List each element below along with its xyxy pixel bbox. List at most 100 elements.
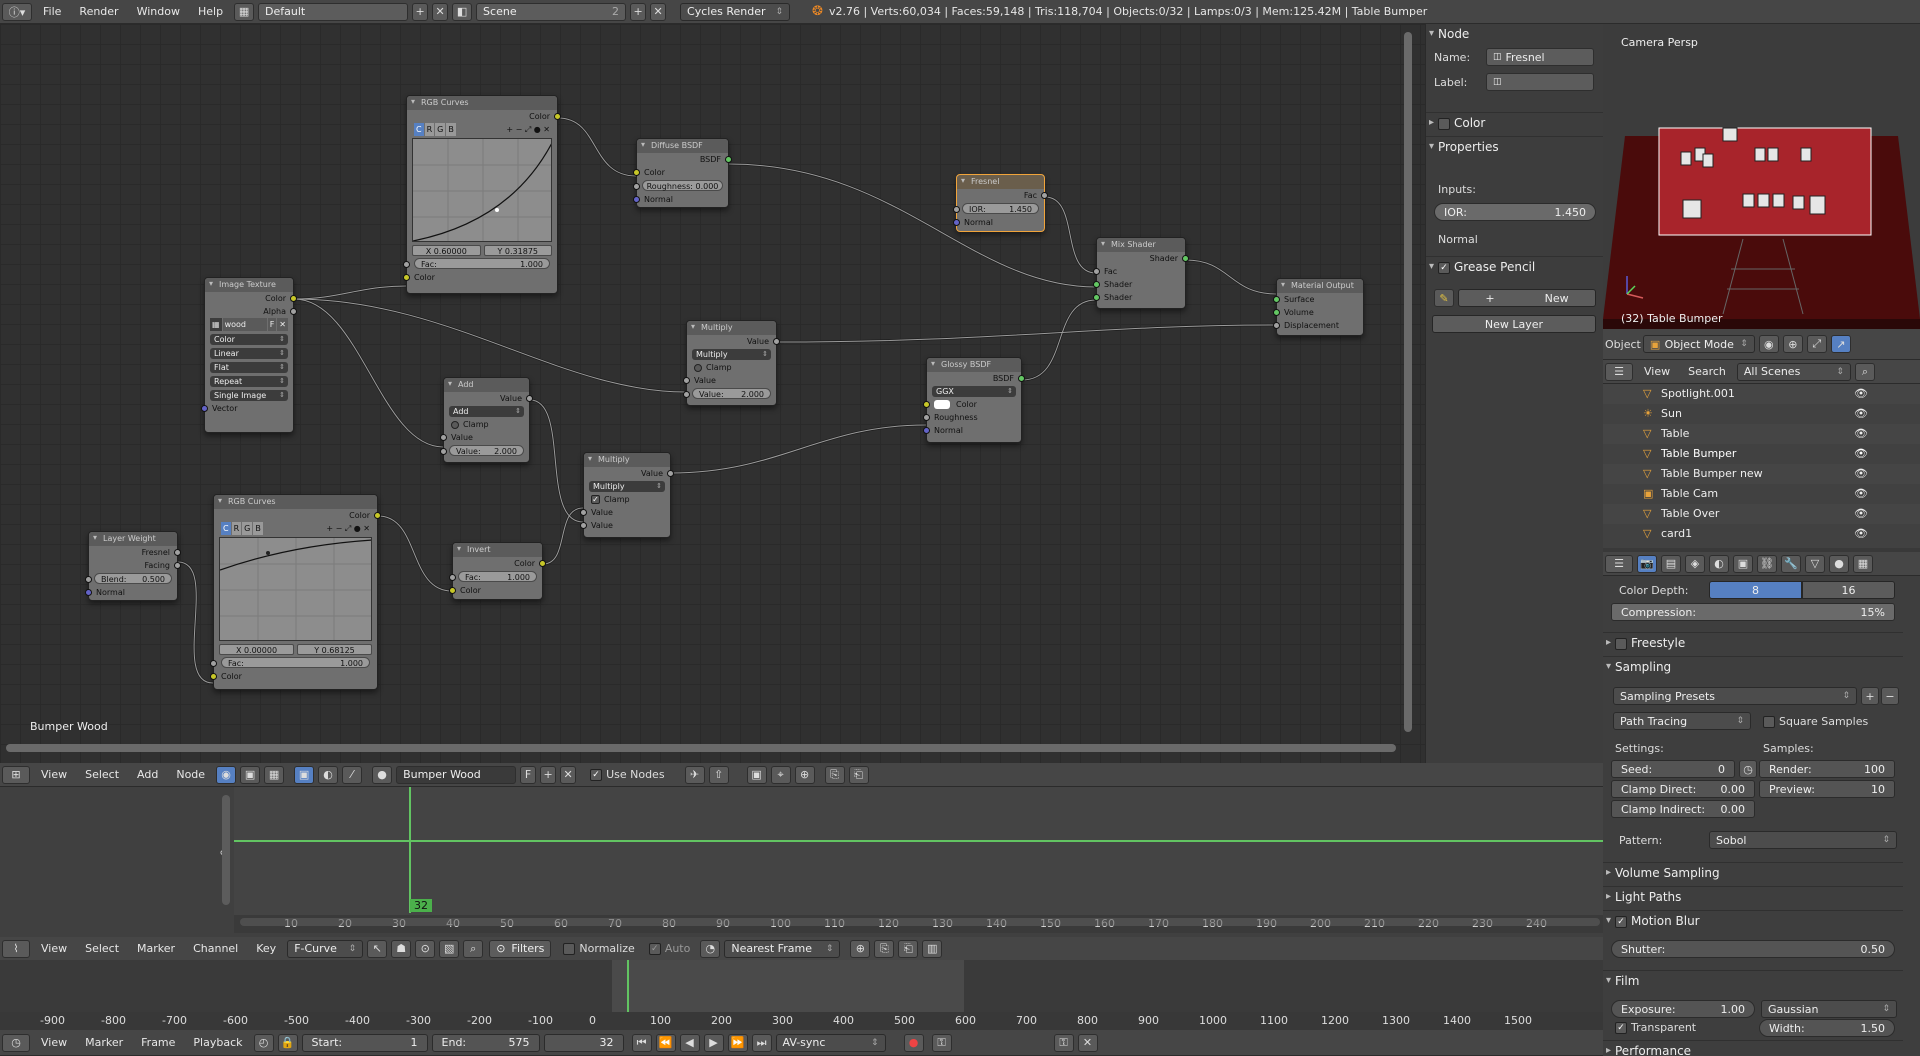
graph-select-menu[interactable]: Select [76, 942, 128, 955]
square-samples-checkbox[interactable] [1763, 716, 1775, 728]
channel-g-button[interactable]: G [242, 522, 253, 535]
math-op-select[interactable]: Multiply [589, 481, 665, 492]
exposure-field[interactable]: Exposure: 1.00 [1611, 1000, 1755, 1018]
section-properties[interactable]: Properties [1426, 136, 1604, 157]
material-tab-icon[interactable]: ● [1829, 554, 1849, 573]
linestyle-icon[interactable]: ⁄ [342, 765, 363, 784]
lock-icon[interactable]: 🔒 [277, 1033, 298, 1052]
object-shader-icon[interactable]: ▣ [294, 765, 315, 784]
material-browse-icon[interactable]: ● [372, 765, 393, 784]
graph-key-menu[interactable]: Key [247, 942, 285, 955]
snap-auto-icon[interactable]: ◔ [700, 939, 721, 958]
outliner-item[interactable]: ▽ Table 👁 [1603, 424, 1920, 444]
visibility-icon[interactable]: 👁 [1854, 424, 1868, 444]
fac-field[interactable]: Fac: 1.000 [221, 657, 370, 668]
prev-key-icon[interactable]: ⏪ [655, 1033, 676, 1052]
scene-add-icon[interactable]: + [630, 2, 647, 21]
layout-close-icon[interactable]: ✕ [432, 2, 449, 21]
texture-tree-icon[interactable]: ▦ [264, 765, 285, 784]
material-add-icon[interactable]: + [540, 765, 557, 784]
node-view-menu[interactable]: View [32, 768, 76, 781]
preset-remove-icon[interactable]: − [1881, 687, 1899, 705]
color-space-select[interactable]: Color [210, 334, 288, 345]
color-swatch[interactable] [934, 400, 950, 409]
preview-samples-field[interactable]: Preview: 10 [1759, 780, 1895, 798]
section-freestyle[interactable]: Freestyle [1603, 632, 1903, 653]
visibility-icon[interactable]: 👁 [1854, 504, 1868, 524]
timeline-view-menu[interactable]: View [32, 1036, 76, 1049]
visibility-icon[interactable]: 👁 [1854, 384, 1868, 404]
channel-b-button[interactable]: B [446, 123, 456, 136]
section-film[interactable]: Film [1603, 970, 1903, 991]
node-multiply-2[interactable]: Multiply Value Multiply ✓Clamp Value Val… [580, 452, 674, 538]
render-engine-select[interactable]: Cycles Render [680, 2, 791, 21]
visibility-icon[interactable]: 👁 [1854, 444, 1868, 464]
transparent-checkbox[interactable]: ✓ [1615, 1022, 1627, 1034]
curve-widget[interactable] [412, 138, 552, 242]
layout-icon[interactable]: ▦ [234, 2, 255, 21]
visibility-icon[interactable]: 👁 [1854, 484, 1868, 504]
clamp-direct-field[interactable]: Clamp Direct: 0.00 [1611, 780, 1755, 798]
properties-editor-icon[interactable]: ☰ [1605, 554, 1633, 573]
math-op-select[interactable]: Multiply [692, 349, 771, 360]
channel-g-button[interactable]: G [435, 123, 446, 136]
pivot-select-icon[interactable]: ⊕ [850, 939, 871, 958]
insert-key-icon[interactable]: ⚿ [1053, 1033, 1074, 1052]
render-tab-icon[interactable]: 📷 [1637, 554, 1657, 573]
material-name-field[interactable]: Bumper Wood [396, 765, 517, 784]
math-op-select[interactable]: Add [449, 406, 524, 417]
extension-select[interactable]: Repeat [210, 376, 288, 387]
material-fake-user[interactable]: F [520, 765, 537, 784]
node-editor[interactable]: RGB Curves Color C R G B + − ⤢ ● ✕ X 0.6… [0, 24, 1425, 763]
normalize-checkbox[interactable] [563, 943, 576, 955]
section-grease-pencil[interactable]: ✓Grease Pencil [1426, 256, 1604, 277]
graph-channel-menu[interactable]: Channel [184, 942, 247, 955]
vertical-scrollbar[interactable] [1404, 32, 1412, 732]
outliner-filter-select[interactable]: All Scenes [1736, 362, 1851, 381]
search-icon[interactable]: ⌕ [1854, 362, 1875, 381]
image-name-field[interactable]: wood [222, 318, 267, 331]
graph-mode-select[interactable]: F-Curve [287, 939, 364, 958]
image-fake-user[interactable]: F [267, 318, 277, 331]
pattern-select[interactable]: Sobol [1709, 831, 1897, 849]
freestyle-checkbox[interactable] [1615, 637, 1627, 650]
menu-render[interactable]: Render [70, 5, 127, 18]
node-select-menu[interactable]: Select [76, 768, 128, 781]
node-rgb-curves-2[interactable]: RGB Curves Color C R G B + − ⤢ ● ✕ X 0.0… [210, 494, 381, 690]
play-reverse-icon[interactable]: ◀ [679, 1033, 700, 1052]
scene-field[interactable]: Scene 2 [476, 2, 627, 21]
render-samples-field[interactable]: Render: 100 [1759, 760, 1895, 778]
graph-editor[interactable]: -900 -800 -700 -600 -500 -400 -300 -200 -100 0 100… [0, 960, 1603, 1030]
bake-icon[interactable]: ▥ [922, 939, 943, 958]
object-tab-icon[interactable]: ▣ [1733, 554, 1753, 573]
node-glossy-bsdf[interactable]: Glossy BSDF BSDF GGX Color Roughness Nor… [923, 357, 1025, 443]
section-motion-blur[interactable]: ✓Motion Blur [1603, 910, 1903, 931]
snap-element-icon[interactable]: ⊕ [794, 765, 815, 784]
manipulator-icon[interactable]: ⤢ [1806, 335, 1827, 353]
menu-file[interactable]: File [34, 5, 70, 18]
filter-select[interactable]: Gaussian [1761, 1000, 1897, 1018]
graph-editor-icon[interactable]: ⌇ [2, 939, 30, 958]
visibility-icon[interactable]: 👁 [1854, 524, 1868, 544]
use-nodes-checkbox[interactable]: ✓ [590, 769, 603, 781]
zoom-icon[interactable]: ⌕ [463, 939, 484, 958]
node-image-texture[interactable]: Image Texture Color Alpha ▦ wood F ✕ Col… [201, 277, 297, 433]
timeline-editor-icon[interactable]: ◷ [2, 1033, 30, 1052]
object-menu[interactable]: Object [1603, 338, 1641, 351]
scene-close-icon[interactable]: ✕ [650, 2, 667, 21]
shading-icon[interactable]: ◉ [1758, 335, 1779, 353]
world-shader-icon[interactable]: ◐ [318, 765, 339, 784]
start-frame-field[interactable]: Start: 1 [301, 1033, 428, 1052]
node-add-menu[interactable]: Add [128, 768, 167, 781]
pivot-icon[interactable]: ⊕ [1782, 335, 1803, 353]
clamp-row[interactable]: ✓ Clamp [584, 493, 670, 506]
timeline-playback-menu[interactable]: Playback [184, 1036, 251, 1049]
seed-field[interactable]: Seed: 0 [1611, 760, 1735, 778]
jump-end-icon[interactable]: ⏭ [751, 1033, 772, 1052]
projection-select[interactable]: Flat [210, 362, 288, 373]
channel-c-button[interactable]: C [221, 522, 231, 535]
node-invert[interactable]: Invert Color Fac:1.000 Color [449, 542, 546, 600]
target-icon[interactable]: ⊙ [415, 939, 436, 958]
section-performance[interactable]: Performance [1603, 1040, 1903, 1056]
outliner-item[interactable]: ▽ Table Over 👁 [1603, 504, 1920, 524]
